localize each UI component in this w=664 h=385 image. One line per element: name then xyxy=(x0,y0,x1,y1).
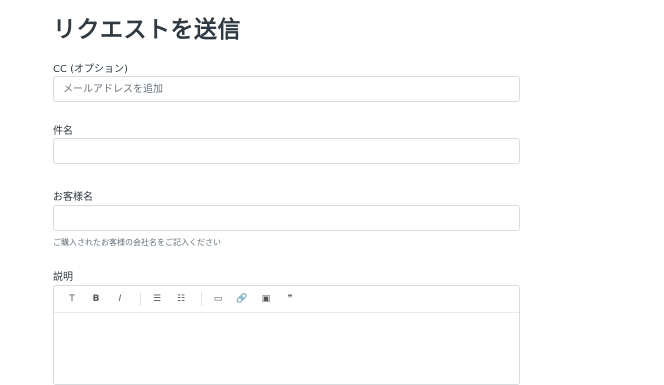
description-input[interactable] xyxy=(54,313,519,385)
customer-name-label: お客様名 xyxy=(53,192,93,203)
subject-label: 件名 xyxy=(53,126,73,137)
customer-name-hint: ご購入されたお客様の会社名をご記入ください xyxy=(53,238,221,247)
cc-label: CC (オプション) xyxy=(53,64,128,75)
bullet-list-icon[interactable]: ☰ xyxy=(149,291,165,307)
italic-icon[interactable]: I xyxy=(112,291,128,307)
numbered-list-icon[interactable]: ☷ xyxy=(173,291,189,307)
editor-toolbar: T B I ☰ ☷ ▭ 🔗 ▣ ❞ xyxy=(54,286,519,313)
code-block-icon[interactable]: ▭ xyxy=(210,291,226,307)
cc-input[interactable] xyxy=(53,76,520,102)
link-icon[interactable]: 🔗 xyxy=(234,291,250,307)
toolbar-divider xyxy=(140,292,141,306)
text-format-icon[interactable]: T xyxy=(64,291,80,307)
quote-icon[interactable]: ❞ xyxy=(282,291,298,307)
description-label: 説明 xyxy=(53,272,73,283)
image-icon[interactable]: ▣ xyxy=(258,291,274,307)
bold-icon[interactable]: B xyxy=(88,291,104,307)
toolbar-divider xyxy=(201,292,202,306)
subject-input[interactable] xyxy=(53,138,520,164)
description-editor: T B I ☰ ☷ ▭ 🔗 ▣ ❞ xyxy=(53,285,520,385)
customer-name-input[interactable] xyxy=(53,205,520,231)
page-title: リクエストを送信 xyxy=(53,17,241,43)
